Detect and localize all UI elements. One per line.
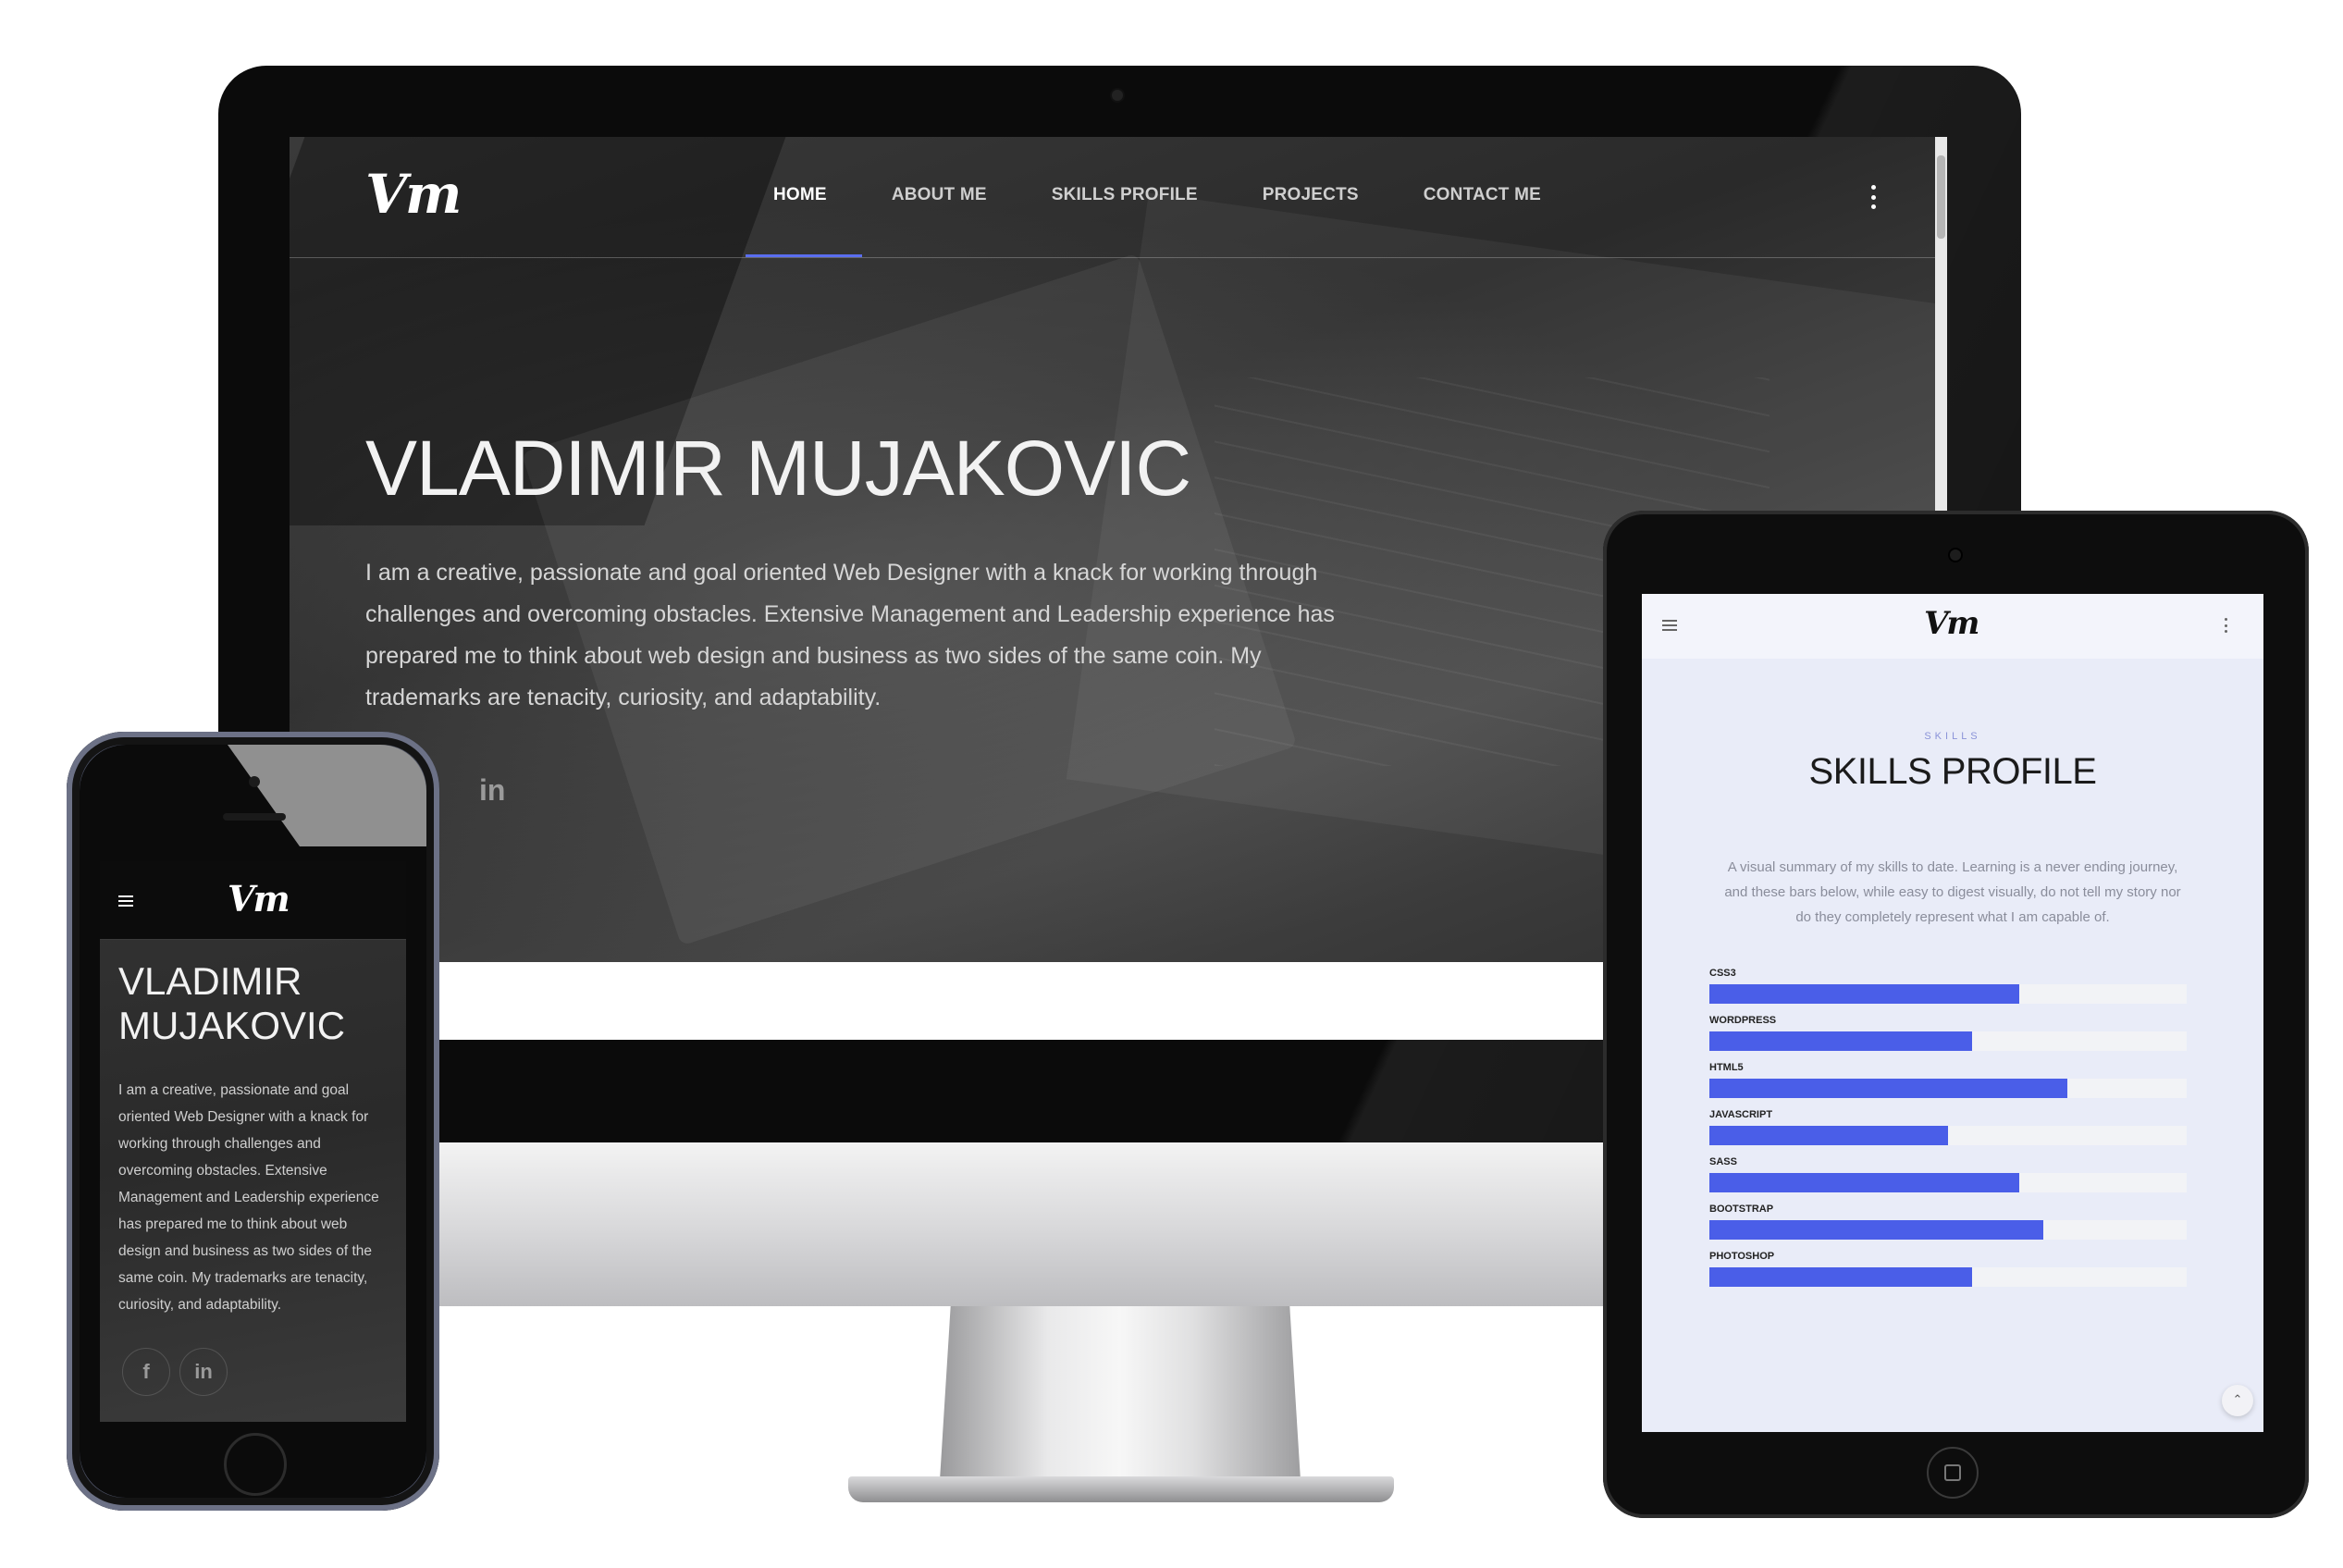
skill-item: HTML5	[1709, 1061, 2187, 1098]
skill-bar-track	[1709, 1031, 2187, 1051]
phone-bezel: Vm VLADIMIR MUJAKOVIC I am a creative, p…	[80, 745, 426, 1498]
nav-contact-me[interactable]: CONTACT ME	[1424, 185, 1541, 205]
monitor-stand	[940, 1306, 1301, 1480]
skills-list: CSS3 WORDPRESS HTML5 JAVASCRIPT SASS BOO…	[1709, 967, 2187, 1297]
skill-bar-track	[1709, 1173, 2187, 1192]
phone-navbar: Vm	[100, 861, 406, 940]
monitor-stand-base	[848, 1476, 1394, 1502]
phone-screen: Vm VLADIMIR MUJAKOVIC I am a creative, p…	[100, 861, 406, 1422]
skill-label: WORDPRESS	[1709, 1015, 1777, 1026]
tablet-screen: Vm SKILLS SKILLS PROFILE A visual summar…	[1642, 594, 2263, 1432]
phone-hero-title: VLADIMIR MUJAKOVIC	[118, 959, 346, 1047]
skill-label: PHOTOSHOP	[1709, 1251, 1775, 1262]
section-description: A visual summary of my skills to date. L…	[1724, 859, 2181, 925]
tablet-home-button[interactable]	[1927, 1447, 1979, 1499]
nav-home[interactable]: HOME	[773, 185, 827, 205]
skill-bar-fill	[1709, 1220, 2044, 1240]
skill-bar-fill	[1709, 984, 2020, 1004]
section-eyebrow: SKILLS	[1924, 731, 1981, 742]
hamburger-menu-icon[interactable]	[1662, 620, 1677, 631]
hamburger-menu-icon[interactable]	[118, 895, 133, 907]
skill-bar-track	[1709, 1126, 2187, 1145]
scrollbar-thumb[interactable]	[1937, 155, 1945, 239]
skill-bar-fill	[1709, 1267, 1972, 1287]
phone-home-button[interactable]	[224, 1433, 287, 1496]
linkedin-icon[interactable]: in	[479, 773, 505, 808]
active-nav-indicator	[746, 254, 862, 257]
skill-bar-fill	[1709, 1173, 2020, 1192]
skill-label: HTML5	[1709, 1062, 1744, 1073]
nav-links: HOME ABOUT ME SKILLS PROFILE PROJECTS CO…	[773, 185, 1606, 205]
section-title: SKILLS PROFILE	[1808, 751, 2097, 792]
desktop-navbar: Vm HOME ABOUT ME SKILLS PROFILE PROJECTS…	[290, 137, 1935, 258]
skill-bar-track	[1709, 1079, 2187, 1098]
tablet-device: Vm SKILLS SKILLS PROFILE A visual summar…	[1603, 511, 2309, 1518]
skill-item: PHOTOSHOP	[1709, 1250, 2187, 1287]
nav-skills-profile[interactable]: SKILLS PROFILE	[1052, 185, 1198, 205]
skill-label: CSS3	[1709, 968, 1736, 979]
more-vert-icon[interactable]	[2225, 618, 2228, 633]
skill-label: JAVASCRIPT	[1709, 1109, 1773, 1120]
skill-bar-track	[1709, 1267, 2187, 1287]
phone-device: Vm VLADIMIR MUJAKOVIC I am a creative, p…	[67, 732, 439, 1511]
phone-glare	[228, 745, 426, 846]
hero-title: VLADIMIR MUJAKOVIC	[365, 425, 1191, 512]
skill-bar-track	[1709, 1220, 2187, 1240]
chevron-up-icon[interactable]: ⌃	[2222, 1385, 2253, 1416]
skill-label: SASS	[1709, 1156, 1737, 1167]
phone-hero-description: I am a creative, passionate and goal ori…	[118, 1082, 379, 1313]
skill-bar-fill	[1709, 1079, 2067, 1098]
skill-bar-fill	[1709, 1031, 1972, 1051]
skill-label: BOOTSTRAP	[1709, 1204, 1774, 1215]
facebook-icon[interactable]: f	[122, 1348, 170, 1396]
hero-description: I am a creative, passionate and goal ori…	[365, 560, 1335, 710]
phone-logo[interactable]: Vm	[228, 878, 290, 920]
nav-projects[interactable]: PROJECTS	[1263, 185, 1359, 205]
phone-speaker	[223, 813, 286, 821]
site-logo[interactable]: Vm	[365, 163, 462, 226]
skill-item: SASS	[1709, 1155, 2187, 1192]
skill-item: BOOTSTRAP	[1709, 1203, 2187, 1240]
tablet-camera-icon	[1950, 549, 1961, 561]
phone-camera-icon	[249, 776, 260, 787]
tablet-logo[interactable]: Vm	[1924, 605, 1979, 642]
tablet-navbar: Vm	[1642, 594, 2263, 659]
skill-item: WORDPRESS	[1709, 1014, 2187, 1051]
skill-bar-track	[1709, 984, 2187, 1004]
nav-about-me[interactable]: ABOUT ME	[892, 185, 987, 205]
linkedin-icon[interactable]: in	[179, 1348, 228, 1396]
skill-bar-fill	[1709, 1126, 1948, 1145]
skill-item: CSS3	[1709, 967, 2187, 1004]
skill-item: JAVASCRIPT	[1709, 1108, 2187, 1145]
more-vert-icon[interactable]	[1868, 185, 1878, 209]
webcam-icon	[1112, 90, 1123, 101]
